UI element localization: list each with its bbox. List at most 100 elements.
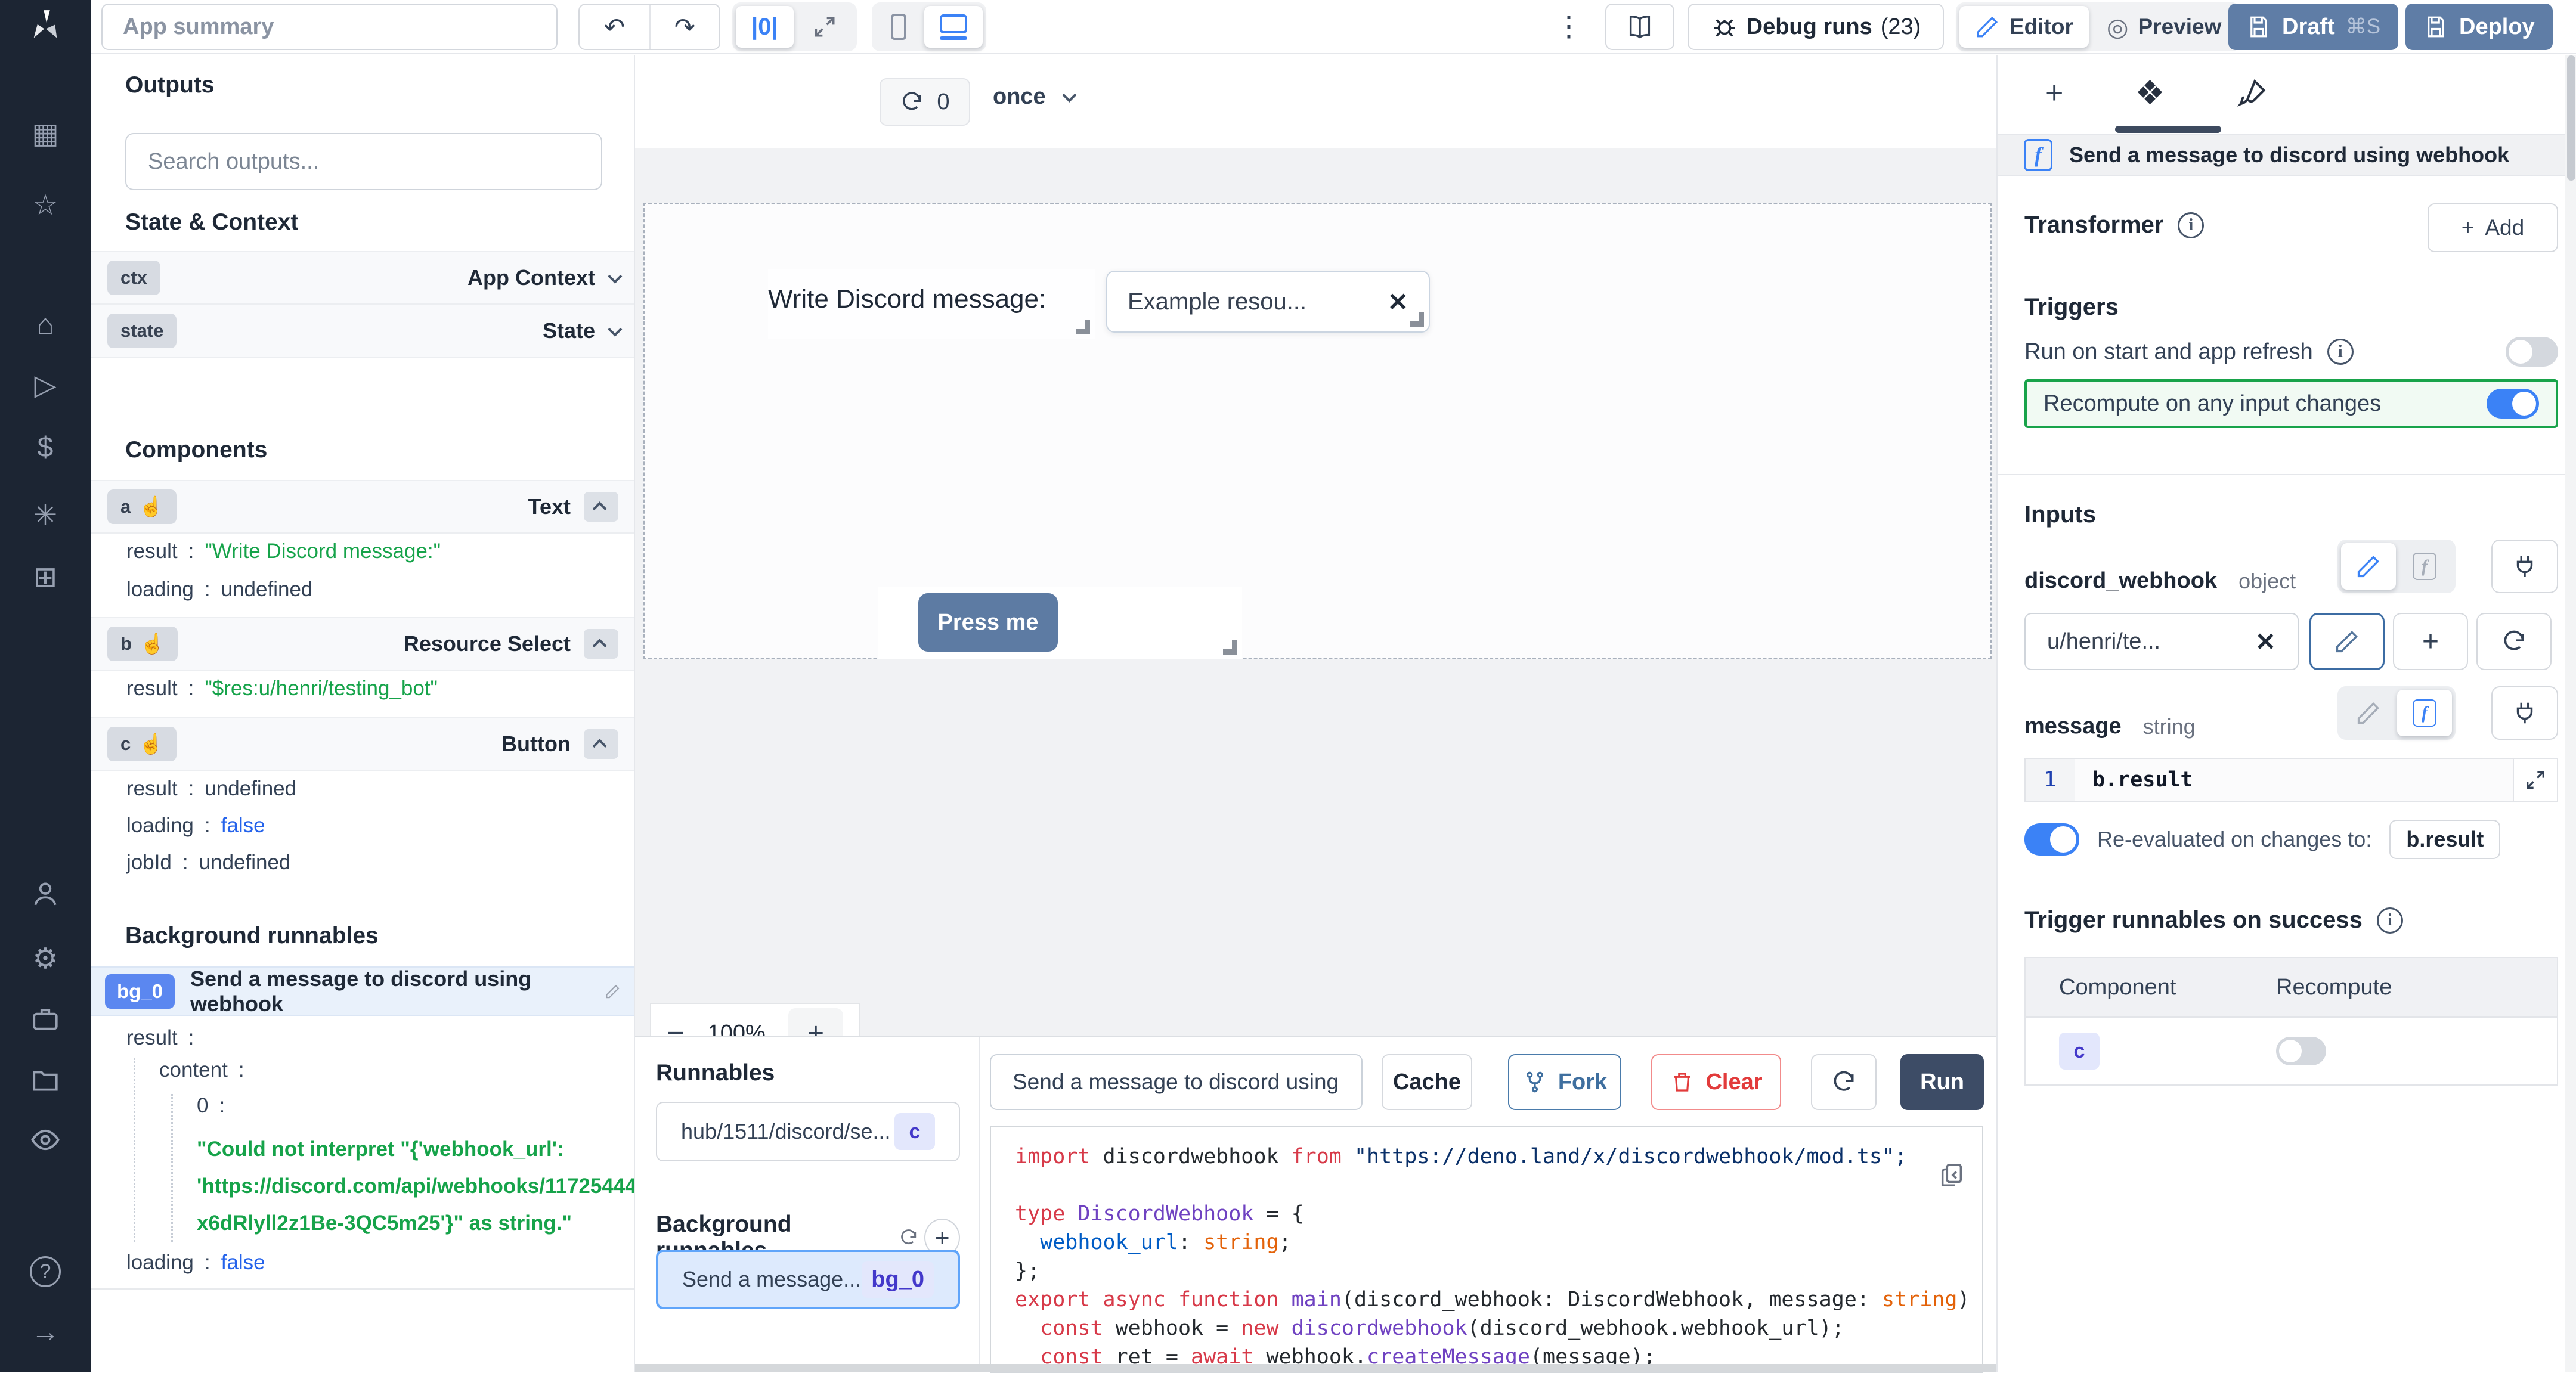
row-recompute-toggle[interactable] [2276, 1037, 2326, 1065]
styling-tab-brush-icon[interactable] [2237, 78, 2268, 109]
add-transformer-button[interactable]: +Add [2428, 203, 2558, 252]
mobile-view-button[interactable] [875, 6, 922, 48]
resize-handle[interactable] [1223, 640, 1237, 655]
connect-input-button[interactable] [2491, 540, 2558, 593]
search-outputs-input[interactable] [125, 133, 602, 190]
bg-runnable-item-selected[interactable]: Send a message... bg_0 [656, 1250, 960, 1309]
resources-icon[interactable]: ✳ [0, 498, 91, 533]
kebab-icon: ⋮ [1555, 11, 1583, 42]
connect-input-button[interactable] [2491, 686, 2558, 740]
text-component[interactable]: Write Discord message: [768, 269, 1095, 339]
expr-mode-button[interactable]: f [2397, 543, 2452, 590]
redo-button[interactable]: ↷ [649, 5, 719, 49]
resource-value-input[interactable]: u/henri/te... ✕ [2024, 613, 2299, 670]
pencil-icon[interactable] [605, 983, 621, 1000]
variables-icon[interactable]: $ [0, 430, 91, 465]
runs-icon[interactable]: ▷ [0, 368, 91, 403]
clear-button[interactable]: Clear [1651, 1054, 1781, 1110]
copy-icon[interactable] [1938, 1161, 1965, 1189]
outputs-title: Outputs [125, 72, 214, 98]
press-me-button[interactable]: Press me [918, 593, 1058, 652]
bg0-row[interactable]: bg_0 Send a message to discord using web… [91, 966, 635, 1016]
bottom-panels: Runnables hub/1511/discord/se... c Backg… [635, 1036, 1996, 1372]
align-guides-button[interactable]: |0| [736, 6, 794, 48]
debug-runs-button[interactable]: Debug runs (23) [1688, 4, 1944, 50]
collapse-sidebar-icon[interactable]: → [0, 1315, 91, 1350]
clear-selection-icon[interactable]: ✕ [1388, 287, 1408, 317]
ctx-label: App Context [467, 265, 595, 290]
user-icon[interactable] [0, 879, 91, 909]
expand-editor-button[interactable] [2513, 759, 2557, 801]
docs-button[interactable] [1605, 4, 1674, 50]
insert-tab-plus-icon[interactable]: + [2045, 75, 2063, 111]
chevron-down-icon[interactable] [608, 322, 622, 336]
settings-tab-components-icon[interactable]: ❖ [2135, 73, 2165, 113]
col-recompute: Recompute [2276, 975, 2392, 1000]
ctx-row[interactable]: ctx App Context [91, 251, 635, 305]
run-button[interactable]: Run [1900, 1054, 1984, 1110]
recompute-toggle[interactable] [2487, 389, 2539, 419]
favorites-icon[interactable]: ☆ [0, 188, 91, 223]
vertical-scrollbar[interactable] [2565, 55, 2576, 1372]
table-row: c [2026, 1018, 2557, 1084]
folders-icon[interactable] [0, 1065, 91, 1095]
settings-icon[interactable]: ⚙ [0, 942, 91, 977]
resource-select-component[interactable]: Example resou... ✕ [1106, 271, 1430, 333]
help-icon[interactable]: ? [0, 1252, 91, 1287]
info-icon[interactable]: i [2327, 339, 2354, 365]
resize-handle[interactable] [1076, 320, 1090, 334]
reload-button[interactable] [1811, 1054, 1877, 1110]
run-on-start-toggle[interactable] [2506, 337, 2558, 367]
desktop-view-button[interactable] [924, 6, 983, 48]
component-a-header[interactable]: a☝ Text [91, 480, 635, 534]
clear-resource-icon[interactable]: ✕ [2255, 627, 2276, 656]
component-c-header[interactable]: c☝ Button [91, 717, 635, 771]
refresh-resource-button[interactable] [2476, 613, 2552, 670]
workspace-icon[interactable] [0, 1004, 91, 1034]
app-summary-input[interactable] [101, 4, 558, 50]
horizontal-scrollbar[interactable] [635, 1364, 1996, 1372]
audit-eye-icon[interactable] [0, 1124, 91, 1155]
draft-button[interactable]: Draft ⌘S [2228, 4, 2398, 50]
chevron-down-icon[interactable] [608, 269, 622, 283]
run-mode-select[interactable]: once [993, 84, 1073, 110]
tab-editor[interactable]: Editor [1959, 6, 2089, 48]
more-menu-button[interactable]: ⋮ [1555, 10, 1583, 43]
component-b-header[interactable]: b☝ Resource Select [91, 617, 635, 671]
apps-icon[interactable]: ▦ [0, 117, 91, 151]
reeval-target-chip[interactable]: b.result [2389, 820, 2500, 859]
collapse-button[interactable] [584, 629, 618, 659]
refresh-icon [2501, 628, 2527, 655]
content-key: content: [159, 1058, 635, 1082]
state-row[interactable]: state State [91, 305, 635, 358]
clear-label: Clear [1705, 1070, 1762, 1095]
message-expression-editor[interactable]: 1 b.result [2024, 758, 2558, 802]
runnable-item[interactable]: hub/1511/discord/se... c [656, 1102, 960, 1161]
resize-handle[interactable] [1410, 312, 1424, 327]
fullscreen-button[interactable] [796, 6, 853, 48]
fork-button[interactable]: Fork [1508, 1054, 1621, 1110]
cache-button[interactable]: Cache [1382, 1054, 1472, 1110]
runnable-name-input[interactable] [990, 1054, 1363, 1110]
undo-button[interactable]: ↶ [580, 5, 649, 49]
button-component-cell: Press me [878, 587, 1242, 659]
reeval-toggle[interactable] [2024, 823, 2079, 856]
static-mode-button[interactable] [2341, 690, 2396, 736]
schedules-icon[interactable]: ⊞ [0, 560, 91, 595]
expr-mode-button[interactable]: f [2397, 690, 2452, 736]
edit-resource-button[interactable] [2309, 613, 2385, 670]
canvas-subheader: 0 once Hide bar on view Author henri@win… [635, 55, 1996, 148]
home-icon[interactable]: ⌂ [0, 308, 91, 342]
info-icon[interactable]: i [2178, 212, 2204, 238]
collapse-button[interactable] [584, 492, 618, 522]
create-resource-button[interactable]: + [2393, 613, 2468, 670]
pencil-icon [1975, 14, 2000, 39]
deploy-button[interactable]: Deploy [2405, 4, 2553, 50]
static-mode-button[interactable] [2341, 543, 2396, 590]
refresh-count-button[interactable]: 0 [880, 78, 970, 126]
info-icon[interactable]: i [2377, 907, 2403, 934]
app-canvas[interactable]: Write Discord message: Example resou... … [643, 203, 1992, 659]
collapse-button[interactable] [584, 729, 618, 759]
code-editor[interactable]: import discordwebhook from "https://deno… [990, 1126, 1983, 1373]
tab-preview[interactable]: ◎ Preview [2091, 6, 2237, 48]
